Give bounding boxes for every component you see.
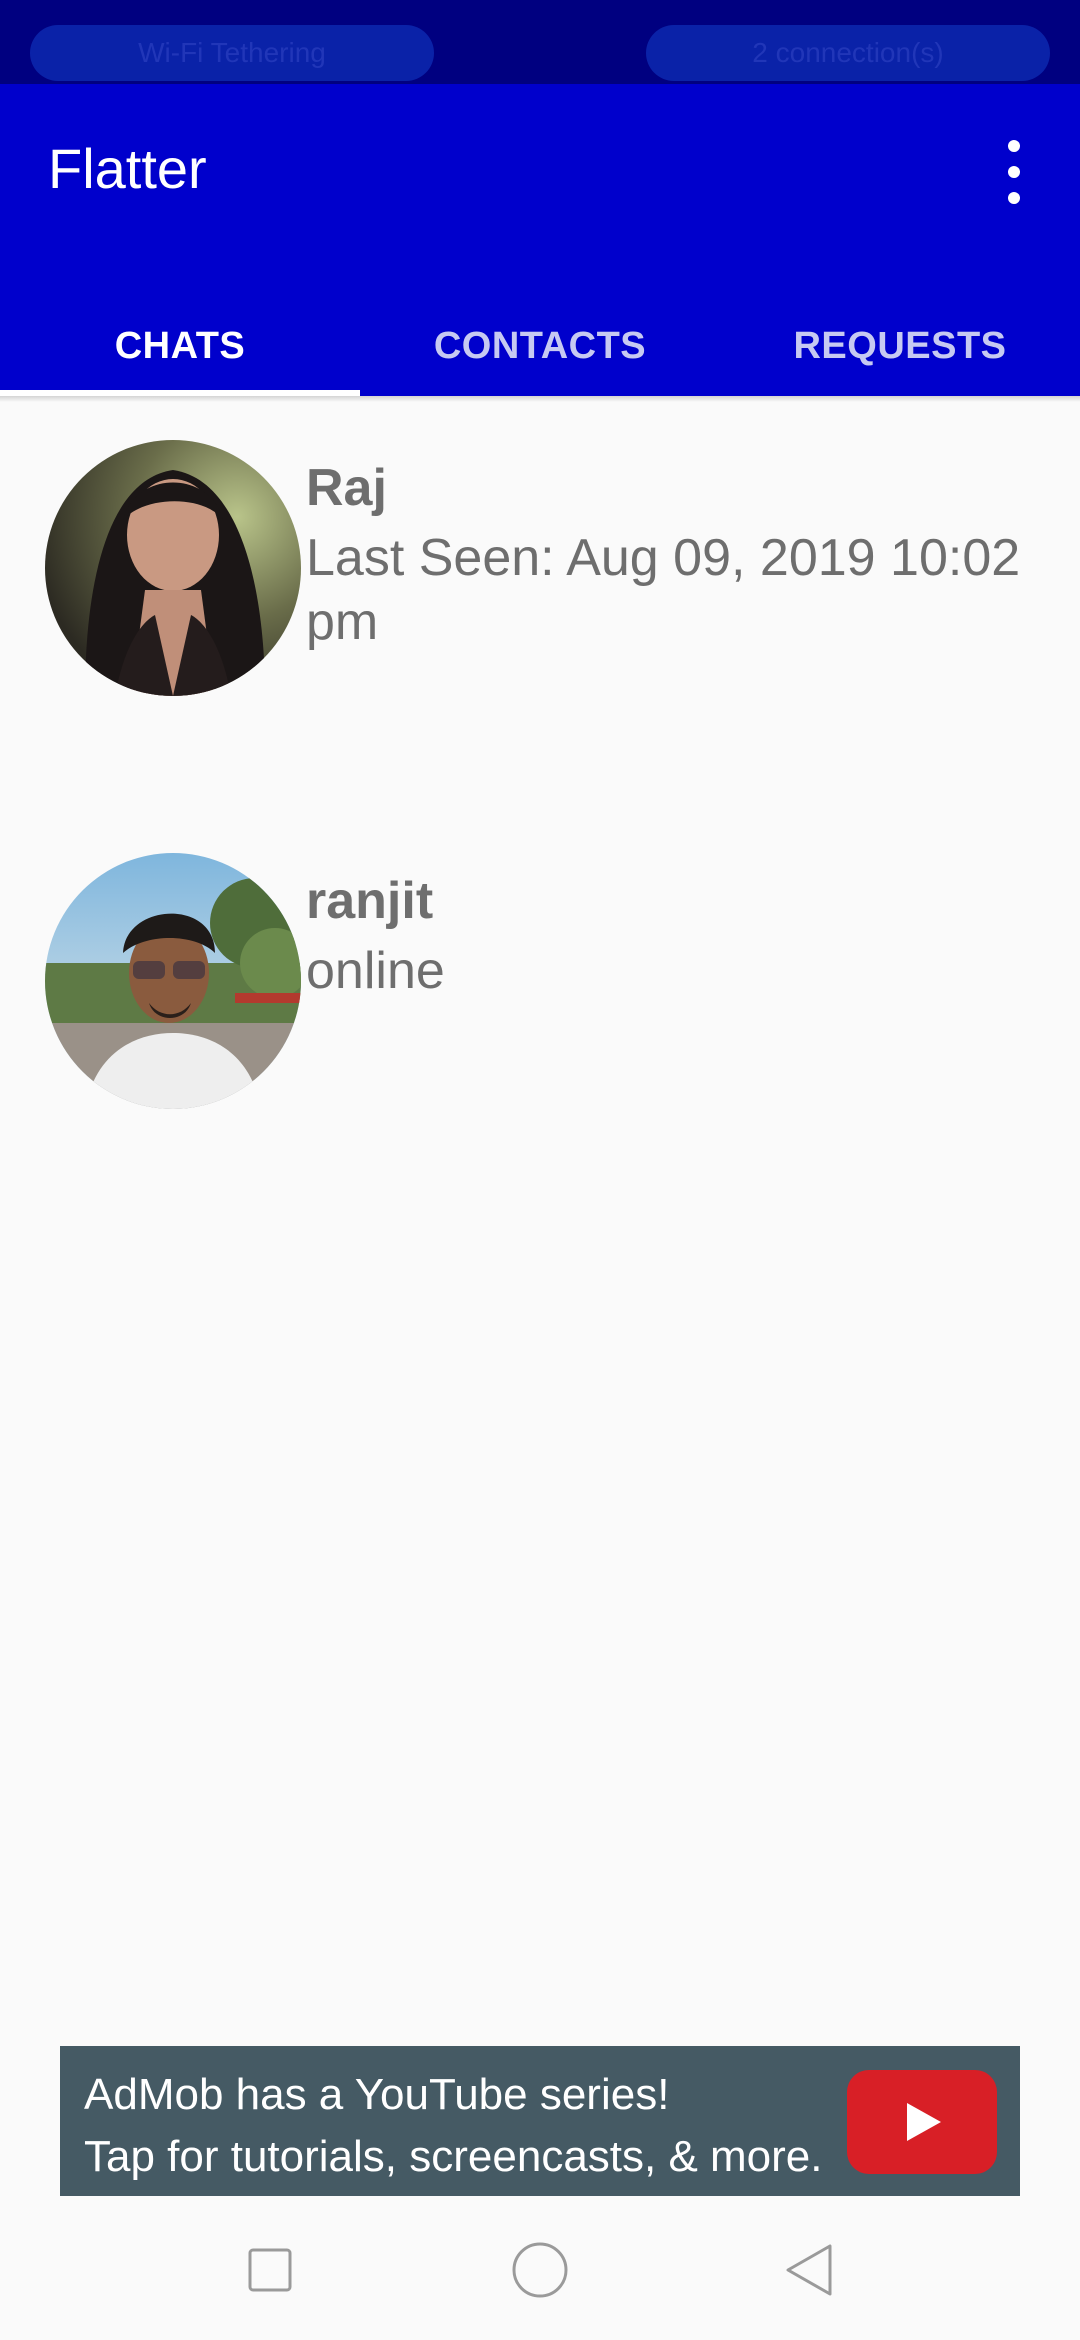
contact-name: ranjit (306, 872, 434, 930)
ad-text: AdMob has a YouTube series! Tap for tuto… (84, 2064, 884, 2188)
avatar (45, 440, 301, 696)
avatar (45, 853, 301, 1109)
tab-bar: CHATS CONTACTS REQUESTS (0, 296, 1080, 396)
app-bar-shadow (0, 396, 1080, 402)
online-status-text: online (306, 942, 445, 1000)
tab-label: CONTACTS (433, 324, 647, 367)
app-bar: Flatter CHATS CONTACTS REQUESTS (0, 84, 1080, 396)
last-seen-text: Last Seen: Aug 09, 2019 10:02 pm (306, 529, 1021, 651)
recents-square-icon[interactable] (240, 2240, 300, 2300)
chat-list-item[interactable]: ranjit online (0, 853, 1080, 1153)
ad-banner[interactable]: AdMob has a YouTube series! Tap for tuto… (60, 2046, 1020, 2196)
home-circle-icon[interactable] (510, 2240, 570, 2300)
contact-name: Raj (306, 459, 387, 517)
youtube-play-icon[interactable] (847, 2070, 997, 2174)
back-triangle-icon[interactable] (780, 2240, 840, 2300)
tab-label: CHATS (114, 324, 246, 367)
ad-line-1: AdMob has a YouTube series! (84, 2070, 670, 2119)
chat-list-item[interactable]: Raj Last Seen: Aug 09, 2019 10:02 pm (0, 440, 1080, 740)
tab-contacts[interactable]: CONTACTS (360, 296, 720, 396)
connections-notice: 2 connection(s) (646, 25, 1050, 81)
tab-chats[interactable]: CHATS (0, 296, 360, 396)
app-title: Flatter (48, 137, 207, 200)
tab-requests[interactable]: REQUESTS (720, 296, 1080, 396)
wifi-tethering-notice: Wi-Fi Tethering (30, 25, 434, 81)
system-navigation-bar (0, 2200, 1080, 2340)
more-vert-icon[interactable] (990, 140, 1038, 204)
ad-line-2: Tap for tutorials, screencasts, & more. (84, 2132, 823, 2181)
tab-label: REQUESTS (793, 324, 1007, 367)
status-bar: Wi-Fi Tethering 2 connection(s) (0, 0, 1080, 84)
